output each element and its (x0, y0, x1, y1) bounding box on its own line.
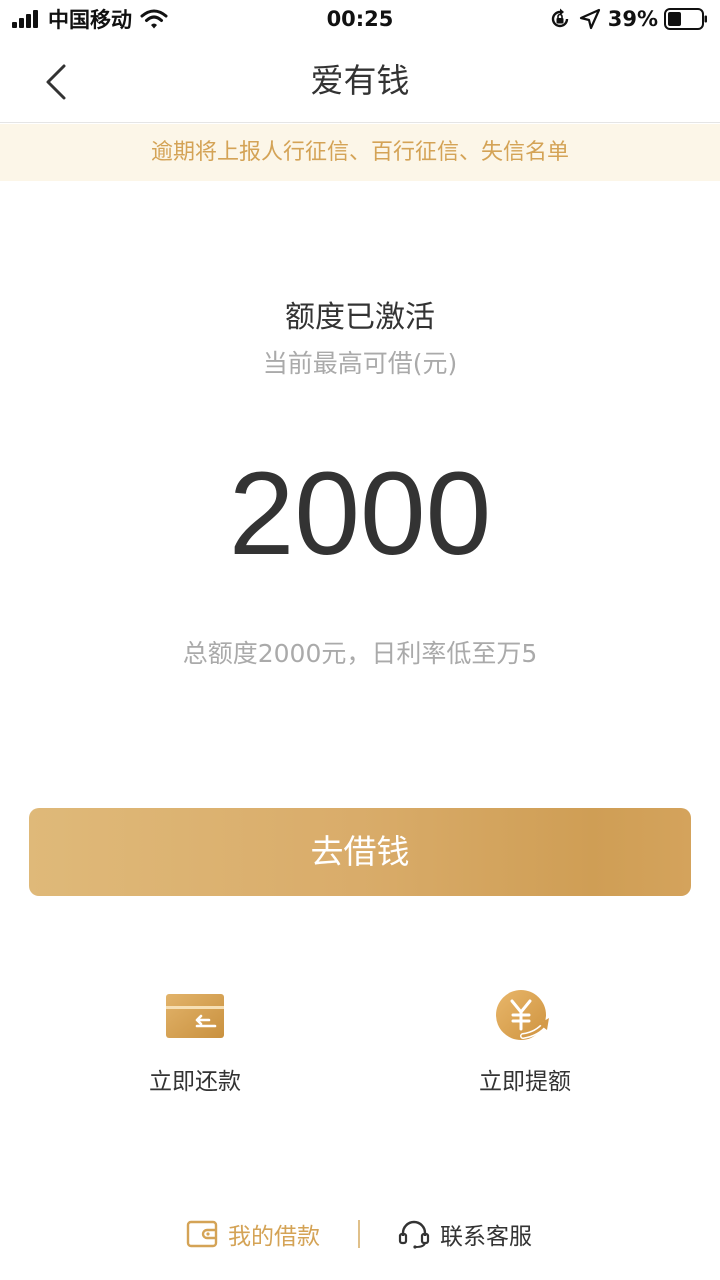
status-right: 39% (548, 6, 708, 32)
headset-icon (398, 1220, 430, 1249)
location-arrow-icon (579, 8, 600, 30)
page-title: 爱有钱 (310, 61, 410, 100)
footer-links: 我的借款 联系客服 (0, 1212, 720, 1256)
credit-amount: 2000 (228, 448, 492, 580)
repay-now-action[interactable]: 立即还款 (95, 984, 295, 1104)
wallet-card-icon (166, 994, 224, 1038)
credit-note: 总额度2000元，日利率低至万5 (182, 639, 538, 668)
borrow-money-button[interactable]: 去借钱 (29, 808, 691, 896)
nav-bar: 爱有钱 (0, 44, 720, 123)
status-bar: 中国移动 00:25 39% (0, 0, 720, 40)
my-loans-label: 我的借款 (228, 1224, 320, 1250)
wallet-icon (186, 1220, 218, 1248)
battery-percent: 39% (607, 7, 658, 31)
raise-limit-label: 立即提额 (479, 1069, 571, 1095)
overdue-warning-banner: 逾期将上报人行征信、百行征信、失信名单 (0, 124, 720, 181)
contact-service-link[interactable]: 联系客服 (398, 1212, 532, 1256)
credit-limit-label: 当前最高可借(元) (262, 349, 458, 378)
yuan-coin-up-icon (496, 990, 549, 1040)
battery-icon (664, 8, 707, 30)
footer-divider (358, 1220, 360, 1248)
rotation-lock-icon (551, 8, 568, 28)
credit-status-text: 额度已激活 (285, 300, 435, 335)
my-loans-link[interactable]: 我的借款 (186, 1212, 320, 1256)
raise-limit-action[interactable]: 立即提额 (425, 984, 625, 1104)
repay-now-label: 立即还款 (149, 1069, 241, 1095)
contact-service-label: 联系客服 (440, 1224, 532, 1250)
